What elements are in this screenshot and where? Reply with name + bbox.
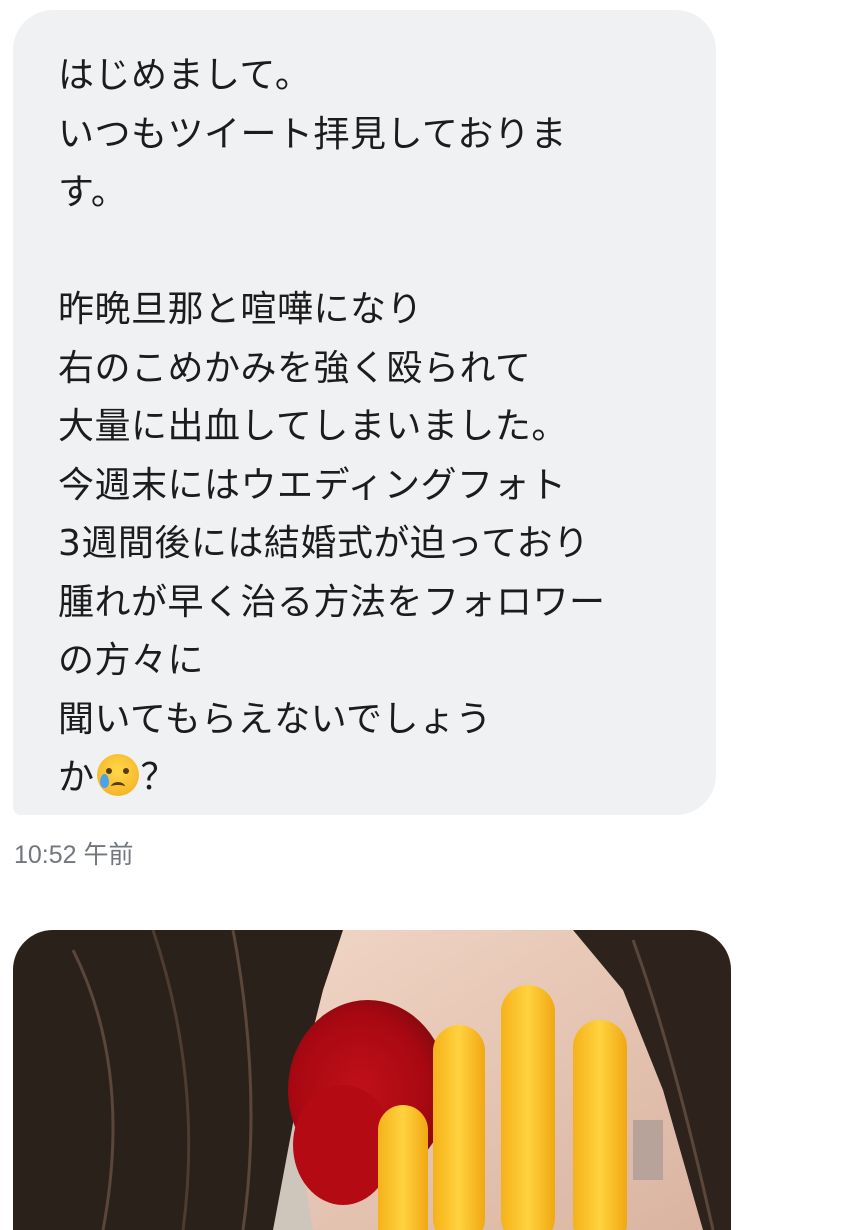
message-line: の方々に	[58, 640, 205, 681]
message-line: す。	[58, 172, 128, 213]
message-line-blank	[58, 223, 676, 282]
message-line: 今週末にはウエディングフォト	[58, 464, 567, 506]
message-line: いつもツイート拝見しておりま	[58, 113, 567, 155]
photo-image	[13, 930, 731, 1230]
crying-face-icon	[96, 754, 139, 796]
message-last-suffix: ？	[140, 757, 178, 798]
photo-attachment[interactable]	[13, 930, 731, 1230]
message-line: はじめまして。	[58, 55, 312, 96]
message-last-prefix: か	[58, 757, 95, 798]
tear-icon	[99, 774, 109, 788]
message-line: 右のこめかみを強く殴られて	[58, 347, 532, 389]
message-line: 大量に出血してしまいました。	[58, 406, 568, 447]
message-line: 3週間後には結婚式が迫っており	[58, 523, 590, 564]
message-line-last: か？	[58, 749, 676, 808]
message-line: 昨晩旦那と喧嘩になり	[58, 289, 424, 330]
message-timestamp: 10:52 午前	[14, 841, 134, 869]
message-bubble[interactable]: はじめまして。 いつもツイート拝見しておりま す。 昨晩旦那と喧嘩になり 右のこ…	[13, 10, 716, 815]
message-line: 腫れが早く治る方法をフォロワー	[58, 581, 606, 623]
message-line: 聞いてもらえないでしょう	[58, 698, 493, 740]
